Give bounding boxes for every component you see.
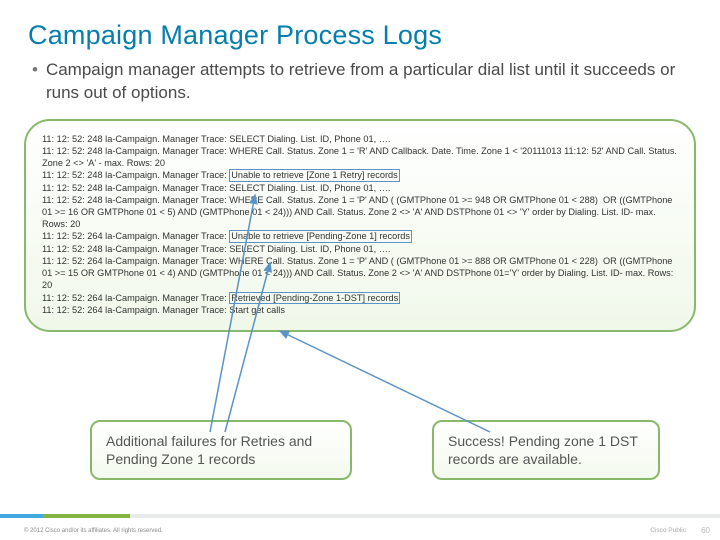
page-title: Campaign Manager Process Logs [0,0,720,59]
log-line: 11: 12: 52: 264 la-Campaign. Manager Tra… [42,255,678,291]
callout-failures: Additional failures for Retries and Pend… [90,420,352,480]
highlighted-fragment: Retrieved [Pending-Zone 1-DST] records [229,292,400,305]
bullet-text: Campaign manager attempts to retrieve fr… [46,59,690,105]
log-line: 11: 12: 52: 248 la-Campaign. Manager Tra… [42,194,678,230]
log-line: 11: 12: 52: 248 la-Campaign. Manager Tra… [42,169,678,182]
highlighted-fragment: Unable to retrieve [Zone 1 Retry] record… [229,169,399,182]
classification-text: Cisco Public [650,527,686,534]
arrow-line [280,331,490,432]
footer: © 2012 Cisco and/or its affiliates. All … [0,514,720,540]
bullet-mark: • [32,59,38,105]
callout-success: Success! Pending zone 1 DST records are … [432,420,660,480]
copyright-text: © 2012 Cisco and/or its affiliates. All … [24,528,163,534]
log-line: 11: 12: 52: 264 la-Campaign. Manager Tra… [42,230,678,243]
bullet-row: • Campaign manager attempts to retrieve … [0,59,720,105]
log-box: 11: 12: 52: 248 la-Campaign. Manager Tra… [24,119,696,332]
brand-stripe [0,514,720,518]
highlighted-fragment: Unable to retrieve [Pending-Zone 1] reco… [229,230,412,243]
log-line: 11: 12: 52: 248 la-Campaign. Manager Tra… [42,182,678,194]
log-line: 11: 12: 52: 248 la-Campaign. Manager Tra… [42,133,678,145]
log-line: 11: 12: 52: 248 la-Campaign. Manager Tra… [42,145,678,169]
callouts: Additional failures for Retries and Pend… [0,420,720,480]
page-number: 60 [701,526,710,535]
log-line: 11: 12: 52: 264 la-Campaign. Manager Tra… [42,304,678,316]
log-line: 11: 12: 52: 264 la-Campaign. Manager Tra… [42,292,678,305]
log-line: 11: 12: 52: 248 la-Campaign. Manager Tra… [42,243,678,255]
